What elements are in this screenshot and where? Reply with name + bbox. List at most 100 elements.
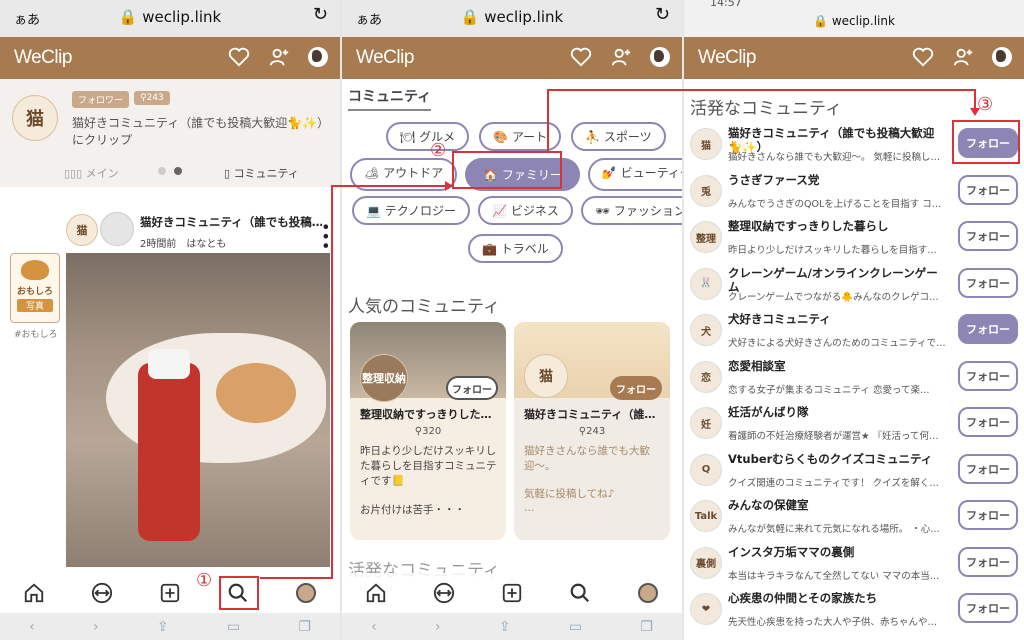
url-text-3[interactable]: 🔒 weclip.link [684,14,1024,28]
follow-button[interactable]: フォロー [958,221,1018,251]
category-beauty[interactable]: 💅 ビューティー [587,158,682,191]
tab-community[interactable]: ▯ コミュニティ [224,165,299,181]
community-name[interactable]: Vtuberむらくものクイズコミュニティ [728,452,948,466]
follow-button[interactable]: フォロー [958,128,1018,158]
community-avatar[interactable]: 🐰 [690,267,722,300]
community-name[interactable]: みんなの保健室 [728,498,948,512]
popular-card-2[interactable]: 猫 フォロー 猫好きコミュニティ（誰… ⚲243 猫好きさんなら誰でも大歓迎〜。… [514,322,670,540]
category-business[interactable]: 📈 ビジネス [478,196,573,225]
home-icon[interactable] [363,580,389,606]
community-name[interactable]: 心疾患の仲間とその家族たち [728,591,948,605]
post-community-name[interactable]: 猫好きコミュニティ（誰でも投稿… [140,214,322,230]
add-user-icon[interactable] [610,46,632,68]
community-list-item[interactable]: 恋恋愛相談室 恋する女子が集まるコミュニティ 恋愛って楽… フォロー [690,353,1018,399]
category-family[interactable]: 🏠 ファミリー [465,158,580,191]
browser-url-bar[interactable]: ぁあ 🔒 weclip.link ↻ [0,0,340,37]
category-outdoor[interactable]: 🏕 アウトドア [350,158,458,191]
profile-nav-avatar[interactable] [293,580,319,606]
follow-button[interactable]: フォロー [958,407,1018,437]
section-community-tab[interactable]: コミュニティ [348,86,432,111]
category-fashion[interactable]: 🕶 ファッション [580,196,682,225]
more-options-icon[interactable]: ••• [316,222,335,250]
category-technology[interactable]: 💻 テクノロジー [352,196,471,225]
back-arrow-icon[interactable]: ‹ [371,619,377,635]
reload-icon[interactable]: ↻ [313,4,328,25]
follow-button[interactable]: フォロー [958,267,1018,298]
community-list-item[interactable]: 整理 整理収納ですっきりした暮らし 昨日より少しだけスッキリした暮らしを目指す… フォ… [690,213,1018,259]
back-arrow-icon[interactable]: ‹ [29,619,35,635]
post-community-avatar[interactable]: 猫 [66,214,98,246]
profile-avatar[interactable] [308,47,328,67]
tabs-icon[interactable]: ❐ [298,619,311,635]
category-gourmet[interactable]: 🍽 グルメ [386,122,470,151]
search-icon[interactable] [567,580,593,606]
community-name[interactable]: 整理収納ですっきりした暮らし [728,219,948,233]
search-icon[interactable] [225,580,251,606]
forward-arrow-icon[interactable]: › [93,619,99,635]
share-icon[interactable]: ⇪ [499,619,511,635]
home-icon[interactable] [21,580,47,606]
add-user-icon[interactable] [268,46,290,68]
profile-avatar[interactable] [650,47,670,67]
url-text-2[interactable]: 🔒 weclip.link [342,8,682,26]
add-post-icon[interactable] [499,580,525,606]
side-hashtag[interactable]: #おもしろ [14,327,58,340]
reload-icon[interactable]: ↻ [655,4,670,25]
add-user-icon[interactable] [952,46,974,68]
app-logo-2[interactable]: WeClip [356,47,414,69]
bookmarks-icon[interactable]: ▭ [569,619,582,635]
post-author-avatar[interactable] [100,212,134,246]
category-art[interactable]: 🎨 アート [479,122,562,151]
url-text[interactable]: 🔒 weclip.link [0,8,340,26]
community-list-item[interactable]: Talk みんなの保健室 みんなが気軽に来れて元気になれる場所。 ・心… フォロー [690,492,1018,538]
community-list-item[interactable]: 猫猫好きコミュニティ（誰でも投稿大歓迎🐈✨） 猫好きさんなら誰でも大歓迎〜。 気軽… [690,120,1018,166]
category-travel[interactable]: 💼 トラベル [468,234,563,263]
app-logo-3[interactable]: WeClip [698,47,756,69]
community-avatar[interactable]: 兎 [690,174,722,207]
community-list-item[interactable]: 裏側 インスタ万垢ママの裏側 本当はキラキラなんて全然してない ママの本当… フォロー [690,539,1018,585]
community-avatar[interactable]: 裏側 [690,546,722,579]
community-avatar[interactable]: 猫 [12,95,58,141]
post-photo[interactable] [66,253,330,567]
community-name[interactable]: インスタ万垢ママの裏側 [728,545,948,559]
profile-nav-avatar[interactable] [635,580,661,606]
swap-icon[interactable] [89,580,115,606]
forward-arrow-icon[interactable]: › [435,619,441,635]
community-avatar[interactable]: Talk [690,500,722,532]
community-name[interactable]: 妊活がんばり隊 [728,405,948,419]
follow-button[interactable]: フォロー [958,174,1018,205]
community-list-item[interactable]: 兎うさぎファース党 みんなでうさぎのQOLを上げることを目指す コ… フォロー [690,167,1018,213]
community-avatar[interactable]: 恋 [690,360,722,393]
popular-card-1[interactable]: 整理収納 フォロー 整理収納ですっきりした… ⚲320 昨日より少しだけスッキリ… [350,322,506,540]
share-icon[interactable]: ⇪ [157,619,169,635]
community-avatar[interactable]: 妊 [690,407,722,439]
community-avatar[interactable]: 整理 [690,221,722,253]
community-avatar[interactable]: ❤ [690,593,722,625]
community-name[interactable]: 犬好きコミュニティ [728,312,948,326]
category-sports[interactable]: ⛹ スポーツ [571,122,666,151]
add-post-icon[interactable] [157,580,183,606]
browser-url-bar-2[interactable]: ぁあ 🔒 weclip.link ↻ [342,0,682,37]
follow-button[interactable]: フォロー [958,360,1018,391]
community-list-item[interactable]: 🐰 クレーンゲーム/オンラインクレーンゲーム クレーンゲームでつながる🐥みんなのクレ… [690,260,1018,306]
bookmarks-icon[interactable]: ▭ [227,619,240,635]
app-logo[interactable]: WeClip [14,47,72,69]
card-follow-button-1[interactable]: フォロー [446,376,498,400]
heart-icon[interactable] [570,46,592,68]
community-list-item[interactable]: ❤ 心疾患の仲間とその家族たち 先天性心疾患を持った大人や子供、赤ちゃんや… フォロー [690,585,1018,631]
follow-button[interactable]: フォロー [958,314,1018,344]
community-name[interactable]: 恋愛相談室 [728,359,948,373]
community-list-item[interactable]: 妊妊活がんばり隊 看護師の不妊治療経験者が運営★ 『妊活って何… フォロー [690,399,1018,445]
tab-main[interactable]: ▯▯▯ メイン [64,165,119,181]
community-avatar[interactable]: 犬 [690,314,722,346]
heart-icon[interactable] [228,46,250,68]
card-follow-button-2[interactable]: フォロー [610,376,662,400]
browser-url-bar-3[interactable]: 14:57 🔒 weclip.link [684,0,1024,37]
tabs-icon[interactable]: ❐ [640,619,653,635]
community-name[interactable]: うさぎファース党 [728,173,948,187]
profile-avatar[interactable] [992,47,1012,67]
follow-button[interactable]: フォロー [958,500,1018,530]
side-sticker[interactable]: おもしろ 写真 [10,253,60,323]
community-list-item[interactable]: 犬犬好きコミュニティ 犬好きによる犬好きさんのためのコミュニティで… フォロー [690,306,1018,352]
community-list-item[interactable]: Q Vtuberむらくものクイズコミュニティ クイズ関連のコミュニティです！ クイズ… [690,446,1018,492]
